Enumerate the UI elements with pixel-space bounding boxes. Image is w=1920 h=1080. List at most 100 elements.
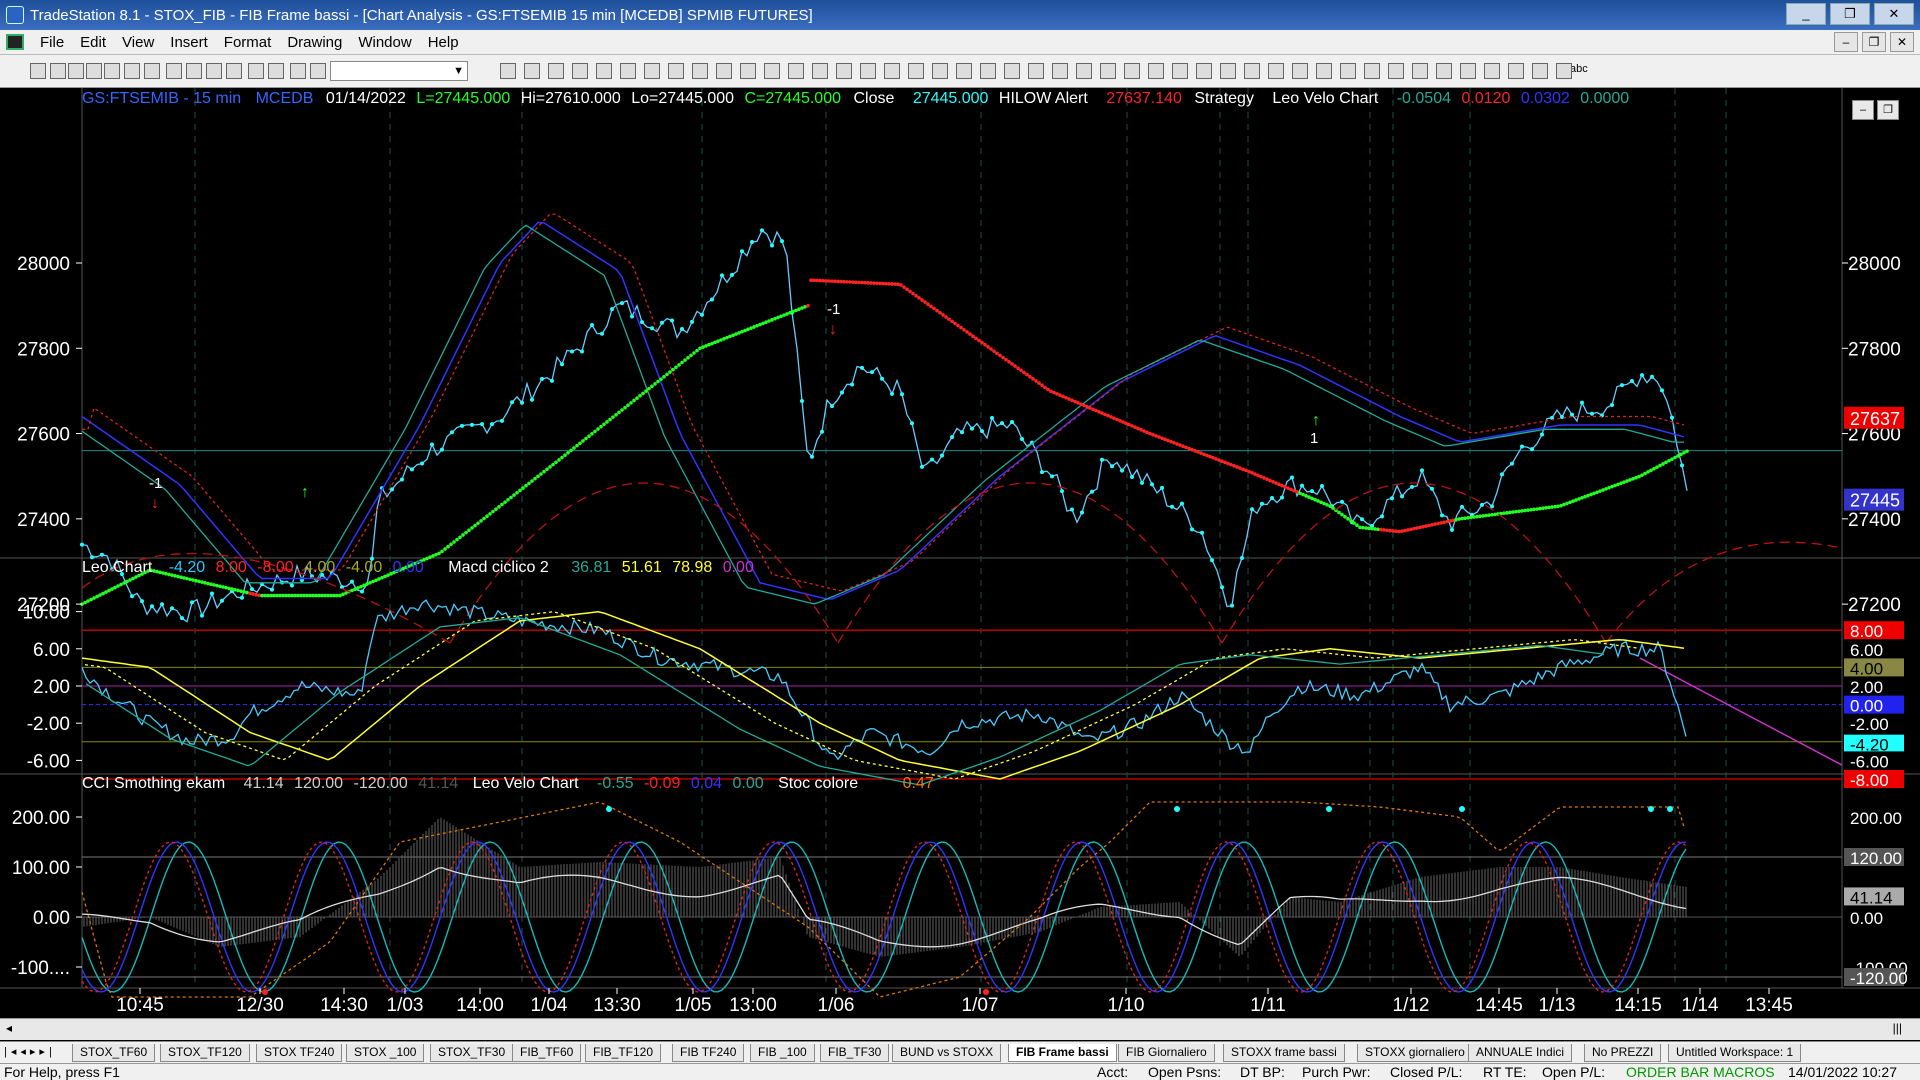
close-button[interactable]: ✕	[1874, 3, 1914, 25]
maximize-button[interactable]: ❐	[1830, 3, 1870, 25]
toolbar-icon[interactable]	[1388, 63, 1404, 79]
toolbar-icon[interactable]	[620, 63, 636, 79]
symbol-combo[interactable]: ▼	[330, 61, 468, 81]
toolbar-icon[interactable]	[104, 63, 120, 79]
toolbar-icon[interactable]	[1316, 63, 1332, 79]
toolbar-icon[interactable]	[186, 63, 202, 79]
workspace-tab[interactable]: BUND vs STOXX	[892, 1044, 1002, 1062]
toolbar-icon[interactable]	[764, 63, 780, 79]
toolbar-icon[interactable]	[572, 63, 588, 79]
toolbar-icon[interactable]	[310, 63, 326, 79]
toolbar-icon[interactable]	[692, 63, 708, 79]
menu-insert[interactable]: Insert	[162, 34, 216, 51]
mdi-restore-button[interactable]: ❐	[1862, 32, 1886, 52]
toolbar-icon[interactable]	[884, 63, 900, 79]
horizontal-scrollbar[interactable]: ◂ |||	[0, 1018, 1920, 1040]
workspace-tab[interactable]: FIB_TF120	[585, 1044, 662, 1062]
workspace-tab[interactable]: No PREZZI	[1584, 1044, 1662, 1062]
toolbar-icon[interactable]	[268, 63, 284, 79]
toolbar-icon[interactable]	[1292, 63, 1308, 79]
toolbar-icon[interactable]	[1484, 63, 1500, 79]
chevron-down-icon[interactable]: ▼	[453, 65, 464, 77]
workspace-tab[interactable]: FIB_TF30	[820, 1044, 890, 1062]
toolbar-icon[interactable]	[1028, 63, 1044, 79]
toolbar-icon[interactable]	[1556, 63, 1572, 79]
toolbar-icon[interactable]	[1340, 63, 1356, 79]
scroll-grip-icon[interactable]: |||	[1893, 1021, 1902, 1035]
toolbar-icon[interactable]	[548, 63, 564, 79]
toolbar-icon[interactable]	[290, 63, 306, 79]
workspace-tab[interactable]: STOX TF240	[256, 1044, 343, 1062]
toolbar-icon[interactable]	[1052, 63, 1068, 79]
workspace-tab[interactable]: ANNUALE Indici	[1468, 1044, 1573, 1062]
toolbar-icon[interactable]	[124, 63, 140, 79]
toolbar-icon[interactable]	[740, 63, 756, 79]
menu-window[interactable]: Window	[350, 34, 419, 51]
chart-minimize-button[interactable]: –	[1852, 100, 1874, 120]
workspace-tab[interactable]: STOX_TF60	[72, 1044, 156, 1062]
toolbar-icon[interactable]	[908, 63, 924, 79]
workspace-tab[interactable]: FIB TF240	[672, 1044, 745, 1062]
toolbar-icon[interactable]	[144, 63, 160, 79]
workspace-tab[interactable]: FIB Giornaliero	[1118, 1044, 1215, 1062]
toolbar-icon[interactable]	[980, 63, 996, 79]
tab-nav-arrows-icon[interactable]: |◂◂▸▸|	[4, 1045, 56, 1058]
workspace-tab[interactable]: Untitled Workspace: 1	[1668, 1044, 1802, 1062]
toolbar-icon[interactable]	[860, 63, 876, 79]
toolbar-icon[interactable]	[30, 63, 46, 79]
menu-help[interactable]: Help	[420, 34, 467, 51]
toolbar-icon[interactable]	[716, 63, 732, 79]
toolbar-icon[interactable]	[1076, 63, 1092, 79]
workspace-tab[interactable]: FIB _100	[750, 1044, 815, 1062]
toolbar-icon[interactable]	[1100, 63, 1116, 79]
toolbar-icon[interactable]	[1268, 63, 1284, 79]
toolbar-icon[interactable]	[226, 63, 242, 79]
menu-format[interactable]: Format	[216, 34, 280, 51]
toolbar-icon[interactable]	[1148, 63, 1164, 79]
menu-drawing[interactable]: Drawing	[279, 34, 350, 51]
minimize-button[interactable]: _	[1786, 3, 1826, 25]
toolbar-icon[interactable]	[1460, 63, 1476, 79]
scroll-left-icon[interactable]: ◂	[6, 1021, 12, 1035]
status-macros[interactable]: ORDER BAR MACROS	[1626, 1064, 1775, 1080]
toolbar-icon[interactable]	[524, 63, 540, 79]
toolbar-icon[interactable]	[668, 63, 684, 79]
workspace-tab[interactable]: STOX _100	[346, 1044, 425, 1062]
toolbar-icon[interactable]	[1004, 63, 1020, 79]
toolbar-icon[interactable]	[166, 63, 182, 79]
chart-area[interactable]: -1 ↓ -1 ↓ ↑ 1 ↑ 28000 28000 27800 27800 27600 27600…	[0, 88, 1920, 1013]
workspace-tab[interactable]: STOXX giornaliero	[1357, 1044, 1473, 1062]
toolbar-icon[interactable]	[86, 63, 102, 79]
workspace-tab[interactable]: STOX_TF120	[160, 1044, 250, 1062]
toolbar-icon[interactable]	[500, 63, 516, 79]
workspace-tab[interactable]: FIB_TF60	[512, 1044, 582, 1062]
chart-restore-button[interactable]: ❐	[1877, 100, 1899, 120]
toolbar-icon[interactable]	[206, 63, 222, 79]
menu-view[interactable]: View	[114, 34, 162, 51]
menu-edit[interactable]: Edit	[72, 34, 114, 51]
toolbar-icon[interactable]	[50, 63, 66, 79]
toolbar-icon[interactable]	[1508, 63, 1524, 79]
toolbar-icon[interactable]	[932, 63, 948, 79]
toolbar-icon[interactable]	[1220, 63, 1236, 79]
toolbar-icon[interactable]	[644, 63, 660, 79]
toolbar-icon[interactable]	[248, 63, 264, 79]
toolbar-icon[interactable]	[1436, 63, 1452, 79]
workspace-tab[interactable]: STOXX frame bassi	[1223, 1044, 1345, 1062]
toolbar-icon[interactable]	[1532, 63, 1548, 79]
chart-canvas[interactable]: -1↓-1↓↑1↑ 28000 2800027800 2780027600 27600…	[0, 88, 1920, 1013]
workspace-tab[interactable]: STOX_TF30	[430, 1044, 514, 1062]
workspace-tab[interactable]: FIB Frame bassi	[1008, 1044, 1117, 1062]
menu-file[interactable]: File	[32, 34, 72, 51]
toolbar-icon[interactable]	[1196, 63, 1212, 79]
text-tool-icon[interactable]: abc	[1570, 63, 1588, 75]
mdi-close-button[interactable]: ✕	[1890, 32, 1914, 52]
toolbar-icon[interactable]	[836, 63, 852, 79]
toolbar-icon[interactable]	[1172, 63, 1188, 79]
mdi-minimize-button[interactable]: –	[1834, 32, 1858, 52]
chart-document-icon[interactable]	[6, 34, 24, 50]
toolbar-icon[interactable]	[1412, 63, 1428, 79]
toolbar-icon[interactable]	[956, 63, 972, 79]
toolbar-icon[interactable]	[596, 63, 612, 79]
toolbar-icon[interactable]	[812, 63, 828, 79]
